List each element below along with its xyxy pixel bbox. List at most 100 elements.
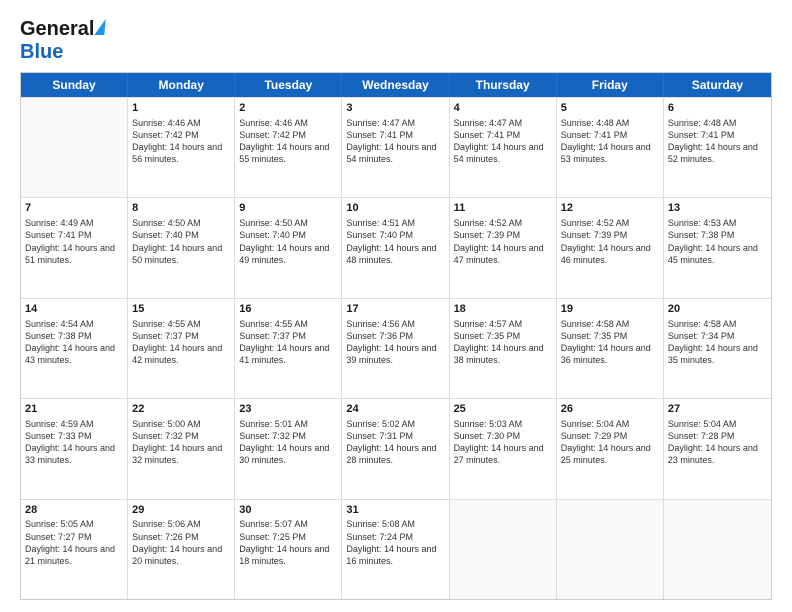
day-number: 16: [239, 302, 337, 317]
day-number: 28: [25, 503, 123, 518]
day-info: Sunrise: 5:06 AMSunset: 7:26 PMDaylight:…: [132, 518, 230, 567]
day-number: 2: [239, 101, 337, 116]
calendar: SundayMondayTuesdayWednesdayThursdayFrid…: [20, 72, 772, 600]
day-info: Sunrise: 4:57 AMSunset: 7:35 PMDaylight:…: [454, 318, 552, 367]
page: General Blue SundayMondayTuesdayWednesda…: [0, 0, 792, 612]
calendar-row: 14Sunrise: 4:54 AMSunset: 7:38 PMDayligh…: [21, 298, 771, 398]
day-info: Sunrise: 4:56 AMSunset: 7:36 PMDaylight:…: [346, 318, 444, 367]
calendar-row: 21Sunrise: 4:59 AMSunset: 7:33 PMDayligh…: [21, 398, 771, 498]
day-number: 21: [25, 402, 123, 417]
logo-text: General Blue: [20, 18, 105, 64]
day-info: Sunrise: 5:07 AMSunset: 7:25 PMDaylight:…: [239, 518, 337, 567]
calendar-cell: 26Sunrise: 5:04 AMSunset: 7:29 PMDayligh…: [557, 399, 664, 498]
day-number: 25: [454, 402, 552, 417]
calendar-cell: 28Sunrise: 5:05 AMSunset: 7:27 PMDayligh…: [21, 500, 128, 599]
calendar-cell: 5Sunrise: 4:48 AMSunset: 7:41 PMDaylight…: [557, 98, 664, 197]
day-number: 26: [561, 402, 659, 417]
calendar-cell: 1Sunrise: 4:46 AMSunset: 7:42 PMDaylight…: [128, 98, 235, 197]
calendar-cell: 3Sunrise: 4:47 AMSunset: 7:41 PMDaylight…: [342, 98, 449, 197]
day-number: 20: [668, 302, 767, 317]
day-number: 9: [239, 201, 337, 216]
calendar-cell: 15Sunrise: 4:55 AMSunset: 7:37 PMDayligh…: [128, 299, 235, 398]
calendar-row: 28Sunrise: 5:05 AMSunset: 7:27 PMDayligh…: [21, 499, 771, 599]
calendar-cell: 21Sunrise: 4:59 AMSunset: 7:33 PMDayligh…: [21, 399, 128, 498]
calendar-cell: 7Sunrise: 4:49 AMSunset: 7:41 PMDaylight…: [21, 198, 128, 297]
day-number: 31: [346, 503, 444, 518]
calendar-cell: 6Sunrise: 4:48 AMSunset: 7:41 PMDaylight…: [664, 98, 771, 197]
calendar-cell: [450, 500, 557, 599]
day-info: Sunrise: 4:58 AMSunset: 7:34 PMDaylight:…: [668, 318, 767, 367]
day-info: Sunrise: 5:04 AMSunset: 7:29 PMDaylight:…: [561, 418, 659, 467]
day-number: 29: [132, 503, 230, 518]
day-number: 5: [561, 101, 659, 116]
calendar-cell: 24Sunrise: 5:02 AMSunset: 7:31 PMDayligh…: [342, 399, 449, 498]
calendar-cell: 16Sunrise: 4:55 AMSunset: 7:37 PMDayligh…: [235, 299, 342, 398]
calendar-cell: 8Sunrise: 4:50 AMSunset: 7:40 PMDaylight…: [128, 198, 235, 297]
header: General Blue: [20, 18, 772, 64]
day-info: Sunrise: 4:59 AMSunset: 7:33 PMDaylight:…: [25, 418, 123, 467]
day-info: Sunrise: 4:52 AMSunset: 7:39 PMDaylight:…: [454, 217, 552, 266]
day-number: 27: [668, 402, 767, 417]
day-number: 6: [668, 101, 767, 116]
day-info: Sunrise: 4:47 AMSunset: 7:41 PMDaylight:…: [346, 117, 444, 166]
calendar-cell: 14Sunrise: 4:54 AMSunset: 7:38 PMDayligh…: [21, 299, 128, 398]
day-number: 12: [561, 201, 659, 216]
day-number: 18: [454, 302, 552, 317]
day-info: Sunrise: 4:55 AMSunset: 7:37 PMDaylight:…: [239, 318, 337, 367]
day-number: 4: [454, 101, 552, 116]
calendar-cell: 2Sunrise: 4:46 AMSunset: 7:42 PMDaylight…: [235, 98, 342, 197]
day-info: Sunrise: 4:49 AMSunset: 7:41 PMDaylight:…: [25, 217, 123, 266]
calendar-cell: 31Sunrise: 5:08 AMSunset: 7:24 PMDayligh…: [342, 500, 449, 599]
calendar-cell: 18Sunrise: 4:57 AMSunset: 7:35 PMDayligh…: [450, 299, 557, 398]
day-number: 17: [346, 302, 444, 317]
day-number: 15: [132, 302, 230, 317]
header-cell-saturday: Saturday: [664, 73, 771, 97]
header-cell-wednesday: Wednesday: [342, 73, 449, 97]
day-number: 7: [25, 201, 123, 216]
calendar-cell: 11Sunrise: 4:52 AMSunset: 7:39 PMDayligh…: [450, 198, 557, 297]
calendar-cell: 13Sunrise: 4:53 AMSunset: 7:38 PMDayligh…: [664, 198, 771, 297]
calendar-cell: 4Sunrise: 4:47 AMSunset: 7:41 PMDaylight…: [450, 98, 557, 197]
header-cell-friday: Friday: [557, 73, 664, 97]
calendar-cell: 25Sunrise: 5:03 AMSunset: 7:30 PMDayligh…: [450, 399, 557, 498]
day-info: Sunrise: 4:58 AMSunset: 7:35 PMDaylight:…: [561, 318, 659, 367]
day-info: Sunrise: 4:47 AMSunset: 7:41 PMDaylight:…: [454, 117, 552, 166]
day-info: Sunrise: 5:00 AMSunset: 7:32 PMDaylight:…: [132, 418, 230, 467]
day-info: Sunrise: 4:52 AMSunset: 7:39 PMDaylight:…: [561, 217, 659, 266]
calendar-cell: 29Sunrise: 5:06 AMSunset: 7:26 PMDayligh…: [128, 500, 235, 599]
calendar-cell: 23Sunrise: 5:01 AMSunset: 7:32 PMDayligh…: [235, 399, 342, 498]
day-number: 11: [454, 201, 552, 216]
day-number: 14: [25, 302, 123, 317]
day-number: 13: [668, 201, 767, 216]
day-number: 19: [561, 302, 659, 317]
day-info: Sunrise: 4:48 AMSunset: 7:41 PMDaylight:…: [668, 117, 767, 166]
day-info: Sunrise: 4:46 AMSunset: 7:42 PMDaylight:…: [132, 117, 230, 166]
day-info: Sunrise: 5:02 AMSunset: 7:31 PMDaylight:…: [346, 418, 444, 467]
day-info: Sunrise: 4:55 AMSunset: 7:37 PMDaylight:…: [132, 318, 230, 367]
day-info: Sunrise: 4:48 AMSunset: 7:41 PMDaylight:…: [561, 117, 659, 166]
calendar-cell: 10Sunrise: 4:51 AMSunset: 7:40 PMDayligh…: [342, 198, 449, 297]
calendar-cell: [21, 98, 128, 197]
header-cell-sunday: Sunday: [21, 73, 128, 97]
day-number: 24: [346, 402, 444, 417]
header-cell-tuesday: Tuesday: [235, 73, 342, 97]
day-number: 30: [239, 503, 337, 518]
calendar-cell: 19Sunrise: 4:58 AMSunset: 7:35 PMDayligh…: [557, 299, 664, 398]
calendar-cell: [557, 500, 664, 599]
day-info: Sunrise: 5:04 AMSunset: 7:28 PMDaylight:…: [668, 418, 767, 467]
calendar-cell: 12Sunrise: 4:52 AMSunset: 7:39 PMDayligh…: [557, 198, 664, 297]
logo: General Blue: [20, 18, 105, 64]
calendar-cell: 20Sunrise: 4:58 AMSunset: 7:34 PMDayligh…: [664, 299, 771, 398]
calendar-cell: 17Sunrise: 4:56 AMSunset: 7:36 PMDayligh…: [342, 299, 449, 398]
day-info: Sunrise: 5:05 AMSunset: 7:27 PMDaylight:…: [25, 518, 123, 567]
calendar-cell: 9Sunrise: 4:50 AMSunset: 7:40 PMDaylight…: [235, 198, 342, 297]
day-info: Sunrise: 4:54 AMSunset: 7:38 PMDaylight:…: [25, 318, 123, 367]
calendar-header: SundayMondayTuesdayWednesdayThursdayFrid…: [21, 73, 771, 97]
day-info: Sunrise: 4:51 AMSunset: 7:40 PMDaylight:…: [346, 217, 444, 266]
day-info: Sunrise: 5:01 AMSunset: 7:32 PMDaylight:…: [239, 418, 337, 467]
calendar-cell: [664, 500, 771, 599]
day-number: 22: [132, 402, 230, 417]
day-info: Sunrise: 5:03 AMSunset: 7:30 PMDaylight:…: [454, 418, 552, 467]
day-number: 8: [132, 201, 230, 216]
day-number: 10: [346, 201, 444, 216]
